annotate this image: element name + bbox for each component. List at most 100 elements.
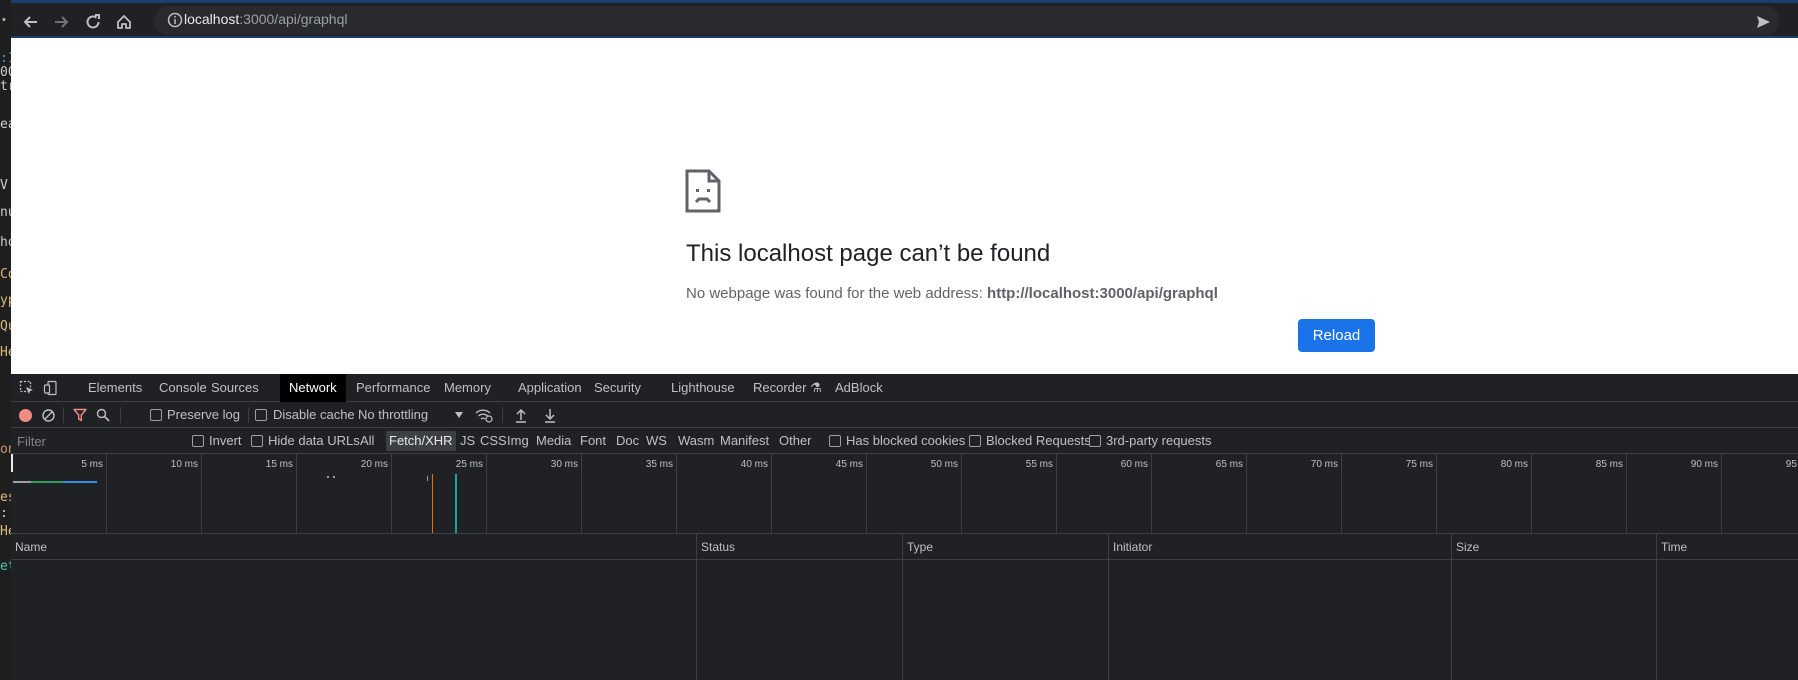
type-filter-media[interactable]: Media [533, 431, 574, 451]
timeline-tick-label: 35 ms [645, 459, 673, 470]
editor-fragment: 00 [0, 65, 11, 80]
devtools-tab-performance[interactable]: Performance [347, 374, 439, 402]
devtools-tab-security[interactable]: Security [585, 374, 650, 402]
back-button[interactable] [17, 8, 45, 36]
timeline-tick-label: 25 ms [455, 459, 483, 470]
forward-button[interactable] [47, 8, 75, 36]
type-filter-js[interactable]: JS [457, 431, 478, 451]
column-divider[interactable] [1108, 534, 1109, 680]
network-filter-bar: Invert Hide data URLs AllFetch/XHRJSCSSI… [11, 428, 1798, 454]
clear-icon[interactable] [42, 409, 55, 422]
timeline-tick-label: 5 ms [81, 459, 103, 470]
column-header-size[interactable]: Size [1452, 534, 1479, 560]
sad-document-icon [685, 169, 721, 213]
devtools-tab-network[interactable]: Network [280, 374, 346, 402]
devtools-tab-elements[interactable]: Elements [79, 374, 151, 402]
home-button[interactable] [110, 8, 138, 36]
editor-fragment: on [0, 442, 11, 457]
blocked-requests-checkbox[interactable] [969, 435, 981, 447]
column-divider[interactable] [696, 534, 697, 680]
timeline-gridline [1626, 454, 1627, 533]
error-description: No webpage was found for the web address… [686, 285, 1218, 302]
inspect-element-icon[interactable] [19, 380, 35, 396]
editor-fragment: es [0, 490, 11, 505]
devtools-tab-lighthouse[interactable]: Lighthouse [662, 374, 744, 402]
timeline-tick-label: 60 ms [1120, 459, 1148, 470]
overview-request-bar [63, 481, 97, 483]
column-header-time[interactable]: Time [1657, 534, 1687, 560]
timeline-tick-label: 85 ms [1595, 459, 1623, 470]
timeline-gridline [391, 454, 392, 533]
type-filter-img[interactable]: Img [504, 431, 532, 451]
column-divider[interactable] [1656, 534, 1657, 680]
page-content: This localhost page can’t be found No we… [11, 38, 1798, 374]
timeline-tick-label: 95 ms [1785, 459, 1798, 470]
third-party-requests-label: 3rd-party requests [1106, 433, 1212, 448]
reload-button[interactable]: Reload [1298, 319, 1375, 352]
type-filter-font[interactable]: Font [577, 431, 609, 451]
arrow-forward-icon [55, 16, 69, 28]
send-icon[interactable] [1755, 14, 1771, 30]
devtools-tab-adblock[interactable]: AdBlock [826, 374, 892, 402]
column-header-initiator[interactable]: Initiator [1109, 534, 1152, 560]
info-icon[interactable] [167, 12, 183, 28]
editor-fragment: V [0, 178, 8, 193]
overview-request-bar [13, 481, 31, 483]
devtools-tab-application[interactable]: Application [509, 374, 591, 402]
timeline-tick-label: 80 ms [1500, 459, 1528, 470]
reload-page-button[interactable] [79, 8, 107, 36]
devtools-tab-memory[interactable]: Memory [435, 374, 500, 402]
network-overview-timeline[interactable]: 5 ms 10 ms 15 ms 20 ms 25 ms 30 ms 35 ms 40 ms 4… [11, 454, 1798, 534]
toolbar-separator [120, 407, 121, 423]
throttling-select[interactable]: No throttling [358, 405, 468, 425]
type-filter-fetch-xhr[interactable]: Fetch/XHR [386, 431, 456, 451]
network-conditions-icon[interactable] [475, 407, 493, 423]
type-filter-ws[interactable]: WS [643, 431, 670, 451]
search-icon[interactable] [96, 408, 110, 422]
third-party-requests-checkbox[interactable] [1089, 435, 1101, 447]
has-blocked-cookies-checkbox[interactable] [829, 435, 841, 447]
type-filter-manifest[interactable]: Manifest [717, 431, 772, 451]
timeline-gridline [106, 454, 107, 533]
timeline-tick-label: 75 ms [1405, 459, 1433, 470]
disable-cache-checkbox[interactable] [255, 409, 267, 421]
devtools-tab-sources[interactable]: Sources [202, 374, 268, 402]
device-toolbar-icon[interactable] [43, 380, 59, 396]
type-filter-all[interactable]: All [357, 431, 377, 451]
browser-toolbar: localhost:3000/api/graphql [11, 0, 1798, 38]
toolbar-separator [248, 407, 249, 423]
preserve-log-checkbox[interactable] [150, 409, 162, 421]
timeline-gridline [1246, 454, 1247, 533]
home-icon [117, 15, 131, 29]
hide-data-urls-checkbox[interactable] [251, 435, 263, 447]
editor-fragment: Qu [0, 319, 11, 334]
background-editor-strip: ⋆:100tr ea Vnu ho Co yp Qu He on es: He et [0, 0, 11, 680]
timeline-tick-label: 55 ms [1025, 459, 1053, 470]
column-divider[interactable] [1451, 534, 1452, 680]
chevron-down-icon [455, 412, 463, 418]
filter-input[interactable] [13, 431, 178, 451]
import-har-icon[interactable] [514, 407, 528, 423]
editor-fragment: nu [0, 205, 11, 220]
address-bar[interactable] [154, 6, 1779, 35]
dom-content-loaded-line [455, 474, 457, 533]
timeline-gridline [486, 454, 487, 533]
column-header-name[interactable]: Name [11, 534, 47, 560]
type-filter-other[interactable]: Other [776, 431, 815, 451]
timeline-gridline [676, 454, 677, 533]
timeline-tick-label: 65 ms [1215, 459, 1243, 470]
timeline-gridline [296, 454, 297, 533]
toolbar-separator [63, 407, 64, 423]
type-filter-doc[interactable]: Doc [613, 431, 642, 451]
overview-start-marker [11, 454, 13, 472]
filter-icon[interactable] [73, 408, 87, 422]
type-filter-wasm[interactable]: Wasm [675, 431, 717, 451]
column-header-type[interactable]: Type [903, 534, 933, 560]
devtools-tab-recorder[interactable]: Recorder ⚗ [744, 374, 831, 402]
invert-checkbox[interactable] [192, 435, 204, 447]
column-header-status[interactable]: Status [697, 534, 735, 560]
column-divider[interactable] [902, 534, 903, 680]
export-har-icon[interactable] [543, 407, 557, 423]
timeline-gridline [771, 454, 772, 533]
record-button[interactable] [19, 409, 32, 422]
